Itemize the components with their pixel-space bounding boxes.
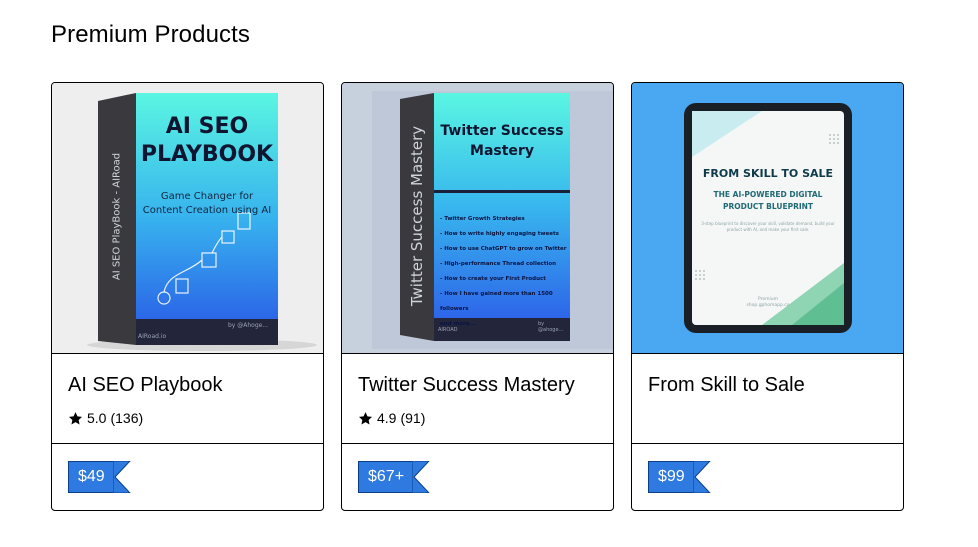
- cover-spine-text: Twitter Success Mastery: [408, 125, 426, 307]
- cover-subtitle-line1: Game Changer for: [160, 191, 254, 202]
- product-grid: AI SEO PLAYBOOK Game Changer for Content…: [51, 82, 904, 511]
- price-value: $49: [68, 461, 113, 494]
- star-icon: [68, 411, 83, 425]
- cover-bullet: - How to use ChatGPT to grow on Twitter: [440, 246, 567, 252]
- price-tag: $67+: [358, 461, 430, 494]
- cover-bullet-list: - Twitter Growth Strategies - How to wri…: [440, 212, 570, 332]
- cover-bullet: - Twitter Growth Strategies: [440, 216, 525, 222]
- cover-footer-line2: shop.gphomapp.co: [746, 303, 790, 308]
- star-icon: [358, 411, 373, 425]
- cover-subheading-line1: THE AI-POWERED DIGITAL: [713, 190, 823, 199]
- price-value: $99: [648, 461, 693, 494]
- product-info: From Skill to Sale: [632, 354, 903, 445]
- rating-value: 4.9: [377, 410, 397, 427]
- cover-heading-line1: Twitter Success: [440, 123, 564, 139]
- product-rating: 5.0 (136): [68, 410, 307, 426]
- cover-bullet: - High-performance Thread collection: [440, 261, 557, 267]
- product-card[interactable]: Twitter Success Mastery Twitter Success …: [341, 82, 614, 511]
- cover-footer-left: AIRoad.io: [138, 333, 167, 340]
- cover-footer-right: by @Ahoge...: [228, 322, 269, 329]
- product-footer: $67+: [342, 444, 613, 510]
- cover-bullet: - How I have gained more than 1500 follo…: [440, 291, 553, 312]
- cover-blurb: 3-step blueprint to discover your skill,…: [701, 221, 835, 232]
- cover-footer-left: AIROAD: [438, 327, 458, 333]
- price-tag: $99: [648, 461, 711, 494]
- product-image[interactable]: AI SEO PLAYBOOK Game Changer for Content…: [52, 83, 323, 355]
- cover-heading: FROM SKILL TO SALE: [702, 167, 834, 180]
- section-title: Premium Products: [51, 21, 250, 48]
- product-footer: $99: [632, 444, 903, 510]
- product-image[interactable]: FROM SKILL TO SALE THE AI-POWERED DIGITA…: [632, 83, 903, 355]
- cover-footer-right: by @ahoge...: [538, 321, 564, 333]
- review-count: (91): [400, 410, 426, 427]
- rating-value: 5.0: [87, 410, 107, 427]
- product-rating: 4.9 (91): [358, 410, 597, 426]
- product-card[interactable]: AI SEO PLAYBOOK Game Changer for Content…: [51, 82, 324, 511]
- product-info: Twitter Success Mastery 4.9 (91): [342, 354, 613, 445]
- cover-heading-line2: PLAYBOOK: [140, 142, 274, 167]
- tablet-cover-art: [684, 103, 852, 333]
- cover-bullet: - How to write highly engaging tweets: [440, 231, 559, 237]
- product-image[interactable]: Twitter Success Mastery Twitter Success …: [342, 83, 613, 355]
- cover-heading-line2: Mastery: [470, 143, 534, 159]
- cover-heading-line1: AI SEO: [165, 114, 249, 139]
- price-value: $67+: [358, 461, 413, 494]
- product-card[interactable]: FROM SKILL TO SALE THE AI-POWERED DIGITA…: [631, 82, 904, 511]
- price-tag: $49: [68, 461, 131, 494]
- price-tag-notch-icon: [692, 461, 711, 494]
- product-info: AI SEO Playbook 5.0 (136): [52, 354, 323, 445]
- price-tag-notch-icon: [112, 461, 131, 494]
- review-count: (136): [110, 410, 144, 427]
- price-tag-notch-icon: [412, 461, 430, 494]
- product-title[interactable]: From Skill to Sale: [648, 372, 887, 398]
- cover-subtitle-line2: Content Creation using AI: [142, 205, 272, 216]
- cover-spine-text: AI SEO PlayBook - AIRoad: [111, 152, 123, 281]
- product-title[interactable]: Twitter Success Mastery: [358, 372, 597, 398]
- product-title[interactable]: AI SEO Playbook: [68, 372, 307, 398]
- cover-bullet: - How to create your First Product: [440, 276, 546, 282]
- cover-subheading-line2: PRODUCT BLUEPRINT: [722, 202, 814, 211]
- product-footer: $49: [52, 444, 323, 510]
